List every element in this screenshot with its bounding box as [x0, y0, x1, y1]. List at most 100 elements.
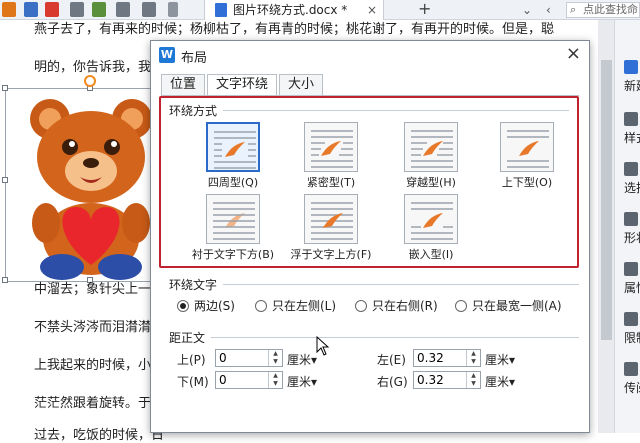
sidebar-item-share[interactable]: 传阅	[618, 362, 640, 396]
distance-right-unit[interactable]: 厘米▾	[485, 373, 515, 390]
undo-icon[interactable]	[116, 2, 130, 17]
style-icon	[624, 112, 638, 126]
distance-bottom-unit[interactable]: 厘米▾	[287, 373, 317, 390]
dialog-titlebar[interactable]: W 布局 ×	[151, 41, 589, 69]
quick-access-toolbar: 图片环绕方式.docx * × + ⌄ ‹ ⌕ 点此查找命	[0, 0, 640, 20]
property-icon	[624, 262, 638, 276]
wrap-option-label: 紧密型(T)	[306, 176, 356, 189]
new-tab-icon[interactable]: +	[418, 0, 431, 18]
save-icon[interactable]	[24, 2, 38, 17]
sidebar-item-new[interactable]: 新建	[618, 60, 640, 94]
distance-left-label: 左(E)	[377, 353, 406, 367]
distance-left-unit[interactable]: 厘米▾	[485, 351, 515, 368]
radio-left-only[interactable]: 只在左侧(L)	[255, 297, 336, 314]
doc-line: 燕子去了，有再来的时候；杨柳枯了，有再青的时候；桃花谢了，有再开的时候。但是，聪	[34, 22, 555, 37]
spin-up-icon[interactable]: ▲	[269, 350, 282, 358]
wrap-option-behind-text[interactable]: 衬于文字下方(B)	[185, 194, 281, 262]
wrap-tile	[206, 194, 260, 244]
word-doc-icon	[215, 3, 227, 17]
doc-line: 中溜去；象针尖上一滴	[34, 282, 165, 297]
wrap-option-top-bottom[interactable]: 上下型(O)	[487, 122, 567, 190]
radio-dot	[355, 300, 367, 312]
radio-largest-only[interactable]: 只在最宽一侧(A)	[455, 297, 562, 314]
sidebar-item-restrict[interactable]: 限制	[618, 312, 640, 346]
app-menu-icon[interactable]	[2, 2, 16, 17]
wrap-tile	[404, 122, 458, 172]
spin-down-icon[interactable]: ▼	[467, 380, 480, 388]
doc-line: 上我起来的时候，小屋	[34, 358, 165, 373]
select-icon	[624, 162, 638, 176]
distance-top-label: 上(P)	[177, 353, 206, 367]
wrap-option-through[interactable]: 穿越型(H)	[391, 122, 471, 190]
wrap-tile	[206, 122, 260, 172]
wrap-tile	[304, 194, 358, 244]
spin-up-icon[interactable]: ▲	[269, 372, 282, 380]
print-preview-icon[interactable]	[92, 2, 106, 17]
redo-icon[interactable]	[142, 2, 156, 17]
search-icon: ⌕	[570, 3, 577, 16]
distance-left-input[interactable]	[414, 350, 466, 366]
sidebar-item-property[interactable]: 属性	[618, 262, 640, 296]
rotate-handle-icon[interactable]	[84, 75, 96, 87]
spin-down-icon[interactable]: ▼	[467, 358, 480, 366]
distance-bottom-input[interactable]	[216, 372, 268, 388]
export-pdf-icon[interactable]	[45, 2, 59, 17]
sidebar-item-shape[interactable]: 形状	[618, 212, 640, 246]
spin-down-icon[interactable]: ▼	[269, 380, 282, 388]
resize-handle[interactable]	[2, 85, 8, 91]
scrollbar-thumb[interactable]	[601, 60, 612, 340]
close-icon[interactable]: ×	[566, 43, 581, 64]
distance-top-unit[interactable]: 厘米▾	[287, 351, 317, 368]
close-tab-icon[interactable]: ×	[367, 0, 377, 20]
distance-right-label: 右(G)	[377, 375, 408, 389]
layout-dialog: W 布局 × 位置 文字环绕 大小 环绕方式 四周型(Q) 紧密型(T) 穿越型…	[150, 40, 590, 433]
resize-handle[interactable]	[2, 177, 8, 183]
wrap-option-tight[interactable]: 紧密型(T)	[291, 122, 371, 190]
radio-dot	[177, 300, 189, 312]
wrap-option-label: 浮于文字上方(F)	[290, 248, 372, 261]
shape-icon	[624, 212, 638, 226]
window-back-icon[interactable]: ‹	[546, 0, 551, 20]
distance-bottom-spinner[interactable]: ▲▼	[215, 371, 283, 389]
spin-up-icon[interactable]: ▲	[467, 350, 480, 358]
distance-right-spinner[interactable]: ▲▼	[413, 371, 481, 389]
search-box[interactable]: ⌕ 点此查找命	[566, 2, 640, 18]
window-arrow-icon[interactable]: ⌄	[522, 0, 532, 20]
doc-line: 茫茫然跟着旋转。于是	[34, 396, 165, 411]
wrap-option-label: 上下型(O)	[501, 176, 553, 189]
new-doc-icon	[624, 60, 638, 74]
distance-bottom-label: 下(M)	[177, 375, 209, 389]
search-text: 点此查找命	[583, 3, 638, 16]
tab-text-wrapping[interactable]: 文字环绕	[207, 74, 278, 96]
print-icon[interactable]	[70, 2, 84, 17]
sidebar-item-select[interactable]: 选择	[618, 162, 640, 196]
radio-both-sides[interactable]: 两边(S)	[177, 297, 235, 314]
wrap-style-highlight: 环绕方式 四周型(Q) 紧密型(T) 穿越型(H) 上下型(O) 衬于文字下方(…	[159, 96, 579, 268]
spin-up-icon[interactable]: ▲	[467, 372, 480, 380]
doc-line: 明的，你告诉我，我们	[34, 60, 165, 75]
document-tab[interactable]: 图片环绕方式.docx * ×	[204, 0, 384, 20]
distance-top-input[interactable]	[216, 350, 268, 366]
radio-dot	[455, 300, 467, 312]
tab-size[interactable]: 大小	[279, 74, 324, 95]
distance-top-spinner[interactable]: ▲▼	[215, 349, 283, 367]
tab-position[interactable]: 位置	[161, 74, 206, 95]
wrap-option-square[interactable]: 四周型(Q)	[193, 122, 273, 190]
distance-left-spinner[interactable]: ▲▼	[413, 349, 481, 367]
teddy-bear-image	[30, 99, 152, 280]
radio-dot	[255, 300, 267, 312]
wrap-option-label: 嵌入型(I)	[408, 248, 454, 261]
wrap-tile	[304, 122, 358, 172]
distance-right-input[interactable]	[414, 372, 466, 388]
customize-dropdown-icon[interactable]	[168, 2, 178, 17]
wrap-option-label: 四周型(Q)	[207, 176, 259, 189]
wrap-option-label: 衬于文字下方(B)	[191, 248, 275, 261]
group-divider	[211, 337, 579, 338]
spin-down-icon[interactable]: ▼	[269, 358, 282, 366]
wrap-option-inline[interactable]: 嵌入型(I)	[391, 194, 471, 262]
sidebar-item-style[interactable]: 样式	[618, 112, 640, 146]
radio-right-only[interactable]: 只在右侧(R)	[355, 297, 438, 314]
wrap-option-in-front-of-text[interactable]: 浮于文字上方(F)	[283, 194, 379, 262]
wrap-option-label: 穿越型(H)	[406, 176, 456, 189]
resize-handle[interactable]	[2, 277, 8, 283]
